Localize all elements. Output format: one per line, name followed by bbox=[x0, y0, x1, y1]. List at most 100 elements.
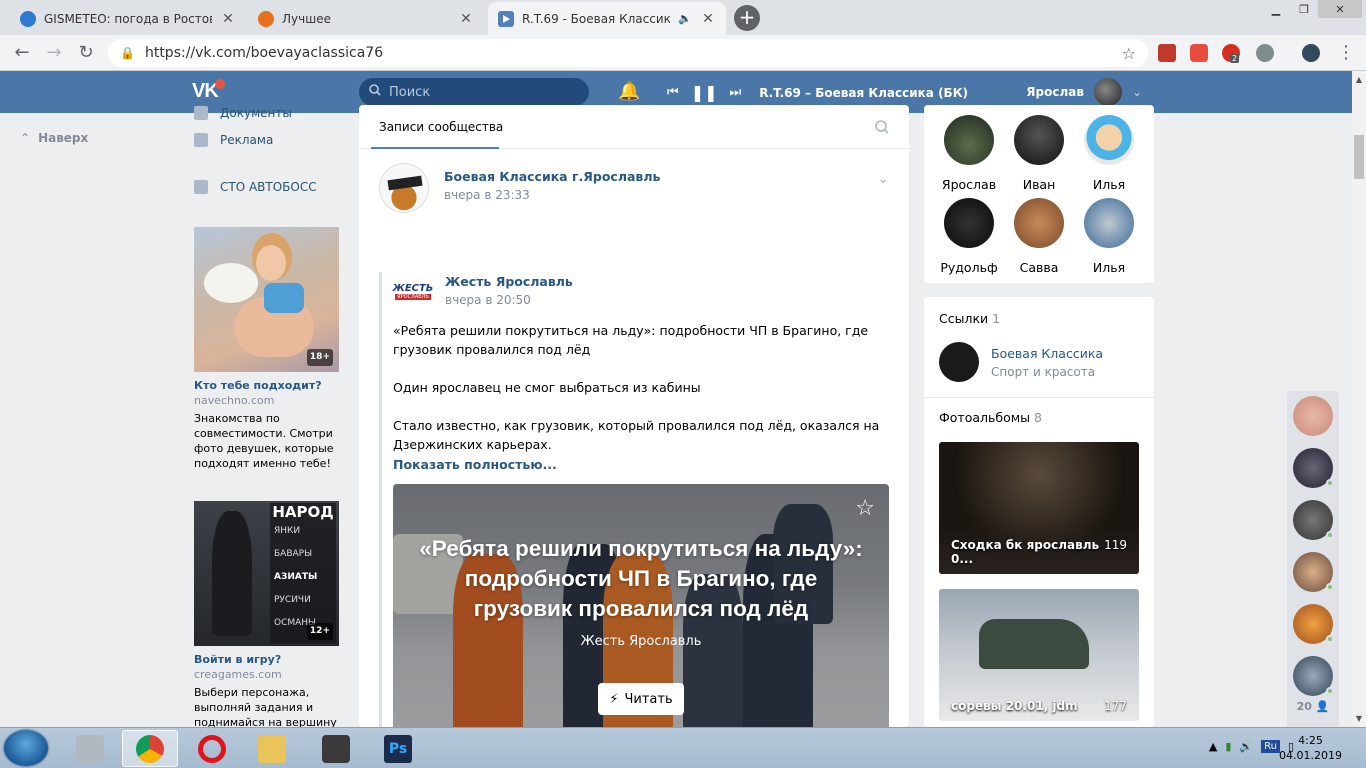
pdf-extension-icon[interactable] bbox=[1158, 44, 1176, 62]
audio-player: ⏮ ❚❚ ⏭ R.T.69 – Боевая Классика (БК) bbox=[667, 83, 968, 102]
show-hidden-icons-icon[interactable]: ▲ bbox=[1209, 740, 1217, 753]
address-bar[interactable]: 🔒 https://vk.com/boevayaclassica76 ☆ bbox=[108, 39, 1148, 67]
adblock-extension-icon[interactable]: 2 bbox=[1222, 44, 1240, 63]
tab-close-icon[interactable]: ✕ bbox=[700, 11, 716, 27]
chat-avatar[interactable] bbox=[1293, 448, 1334, 488]
post-text: «Ребята решили покрутиться на льду»: под… bbox=[393, 321, 893, 472]
wall-tabs: Записи сообщества bbox=[359, 105, 909, 149]
links-header[interactable]: Ссылки 1 bbox=[924, 297, 1154, 326]
close-window-icon[interactable]: ✕ bbox=[1318, 0, 1362, 18]
chat-avatar[interactable] bbox=[1293, 396, 1333, 436]
forward-arrow-icon[interactable]: → bbox=[42, 41, 66, 65]
favorite-star-icon[interactable]: ☆ bbox=[855, 496, 875, 521]
read-article-button[interactable]: ⚡ Читать bbox=[598, 683, 684, 715]
albums-title: Фотоальбомы bbox=[939, 410, 1031, 425]
community-avatar[interactable] bbox=[379, 163, 429, 213]
ad-block-game[interactable]: НАРОД ЯНКИ БАВАРЫ АЗИАТЫ РУСИЧИ ОСМАНЫ 1… bbox=[194, 501, 339, 730]
show-more-link[interactable]: Показать полностью... bbox=[393, 455, 557, 474]
friend-item[interactable]: Иван bbox=[1004, 115, 1074, 192]
notifications-bell-icon[interactable]: 🔔 bbox=[618, 81, 640, 102]
taskbar-app-opera[interactable] bbox=[184, 730, 240, 767]
ad-menu-item: РУСИЧИ bbox=[274, 595, 311, 605]
avatar-logo-mark bbox=[387, 175, 423, 191]
taskbar-app-chrome[interactable] bbox=[122, 730, 178, 767]
browser-tab-gismeteo[interactable]: GISMETEO: погода в Ростове се ✕ bbox=[10, 2, 246, 35]
ad-block-dating[interactable]: 18+ Кто тебе подходит? navechno.com Знак… bbox=[194, 227, 339, 471]
ad-image[interactable]: НАРОД ЯНКИ БАВАРЫ АЗИАТЫ РУСИЧИ ОСМАНЫ 1… bbox=[194, 501, 339, 646]
scroll-up-arrow-icon[interactable]: ▲ bbox=[1352, 75, 1366, 84]
new-tab-button[interactable]: + bbox=[734, 5, 760, 31]
language-indicator[interactable]: Ru bbox=[1261, 740, 1280, 753]
album-tile[interactable]: Сходка бк ярославль 0... 119 bbox=[939, 442, 1139, 574]
pause-icon[interactable]: ❚❚ bbox=[691, 83, 718, 102]
scroll-down-arrow-icon[interactable]: ▼ bbox=[1352, 714, 1366, 723]
menu-dots-icon[interactable]: ⋮ bbox=[1334, 41, 1358, 65]
bookmark-star-icon[interactable]: ☆ bbox=[1122, 44, 1136, 63]
ad-photo-flowers bbox=[204, 263, 258, 303]
user-menu[interactable]: Ярослав ⌄ bbox=[1026, 78, 1142, 106]
ad-photo-face bbox=[256, 245, 286, 281]
next-track-icon[interactable]: ⏭ bbox=[730, 85, 742, 100]
repost-logo-bottom: ЯРОСЛАВЛЬ bbox=[395, 293, 431, 300]
menu-item-documents[interactable]: Документы bbox=[194, 100, 317, 126]
album-tile[interactable]: соревы 20.01, jdm 177 bbox=[939, 589, 1139, 721]
tab-community-posts[interactable]: Записи сообщества bbox=[379, 120, 503, 134]
wall-search-icon[interactable] bbox=[875, 119, 889, 138]
chat-avatar[interactable] bbox=[1293, 656, 1334, 696]
taskbar-app-folder[interactable] bbox=[244, 730, 300, 767]
chat-online-count[interactable]: 20 👤 bbox=[1287, 700, 1339, 713]
network-icon[interactable]: ▮ bbox=[1225, 740, 1231, 753]
windows-start-button[interactable] bbox=[4, 730, 48, 766]
link-name[interactable]: Боевая Классика bbox=[991, 346, 1103, 361]
ad-menu-title: НАРОД bbox=[272, 503, 334, 521]
repost-author[interactable]: Жесть Ярославль bbox=[445, 274, 573, 289]
article-title: «Ребята решили покрутиться на льду»: под… bbox=[419, 536, 863, 621]
chat-avatar[interactable] bbox=[1293, 500, 1334, 540]
ad-image[interactable]: 18+ bbox=[194, 227, 339, 372]
chat-avatar[interactable] bbox=[1293, 604, 1334, 644]
now-playing-title[interactable]: R.T.69 – Боевая Классика (БК) bbox=[759, 86, 968, 100]
albums-header[interactable]: Фотоальбомы 8 bbox=[924, 396, 1057, 425]
friend-item[interactable]: Ярослав bbox=[934, 115, 1004, 192]
chat-avatar[interactable] bbox=[1293, 552, 1334, 592]
post-time[interactable]: вчера в 23:33 bbox=[444, 188, 530, 202]
browser-tab-vk-active[interactable]: R.T.69 - Боевая Классика (БК 🔈 ✕ bbox=[488, 2, 726, 35]
taskbar-clock[interactable]: 4:25 04.01.2019 bbox=[1279, 733, 1342, 763]
page-scrollbar[interactable]: ▲ ▼ bbox=[1352, 71, 1366, 727]
tab-close-icon[interactable]: ✕ bbox=[458, 11, 474, 27]
taskbar-app-explorer-tools[interactable] bbox=[62, 730, 118, 767]
post-author[interactable]: Боевая Классика г.Ярославль bbox=[444, 169, 660, 184]
taskbar-app-photoshop[interactable]: Ps bbox=[370, 730, 426, 767]
menu-item-sto-avtoboss[interactable]: СТО АВТОБОСС bbox=[194, 173, 317, 201]
volume-icon[interactable]: 🔊 bbox=[1239, 740, 1253, 753]
profile-avatar-icon[interactable] bbox=[1302, 44, 1320, 62]
repost-avatar[interactable]: ЖЕСТЬ ЯРОСЛАВЛЬ bbox=[393, 271, 433, 311]
reload-icon[interactable]: ↻ bbox=[74, 41, 98, 65]
scroll-up-button[interactable]: ⌃ Наверх bbox=[20, 131, 88, 145]
friend-item[interactable]: Илья bbox=[1074, 115, 1144, 192]
ok-extension-icon[interactable] bbox=[1190, 44, 1208, 62]
tab-close-icon[interactable]: ✕ bbox=[220, 11, 236, 27]
ad-text: Выбери персонажа, выполняй задания и под… bbox=[194, 686, 337, 729]
ad-title[interactable]: Кто тебе подходит? bbox=[194, 378, 339, 393]
link-avatar[interactable] bbox=[939, 342, 979, 382]
browser-tab-best[interactable]: Лучшее ✕ bbox=[248, 2, 484, 35]
back-arrow-icon[interactable]: ← bbox=[10, 41, 34, 65]
taskbar-app-world-of-tanks[interactable] bbox=[308, 730, 364, 767]
friend-item[interactable]: Рудольф bbox=[934, 198, 1004, 275]
menu-item-ads[interactable]: Реклама bbox=[194, 126, 317, 154]
ad-title[interactable]: Войти в игру? bbox=[194, 652, 339, 667]
friend-item[interactable]: Савва bbox=[1004, 198, 1074, 275]
friend-avatar bbox=[1014, 198, 1064, 248]
previous-track-icon[interactable]: ⏮ bbox=[667, 85, 679, 100]
minimize-icon[interactable]: ▁ bbox=[1262, 0, 1290, 18]
scrollbar-thumb[interactable] bbox=[1354, 135, 1364, 179]
vk-search-input[interactable]: Поиск bbox=[359, 78, 589, 106]
post-actions-chevron-icon[interactable]: ⌄ bbox=[877, 171, 889, 187]
article-card[interactable]: ☆ «Ребята решили покрутиться на льду»: п… bbox=[393, 484, 889, 727]
robot-extension-icon[interactable] bbox=[1256, 44, 1274, 62]
audio-playing-icon[interactable]: 🔈 bbox=[678, 12, 692, 25]
restore-icon[interactable]: ❐ bbox=[1290, 0, 1318, 18]
repost-time[interactable]: вчера в 20:50 bbox=[445, 293, 531, 307]
friend-item[interactable]: Илья bbox=[1074, 198, 1144, 275]
